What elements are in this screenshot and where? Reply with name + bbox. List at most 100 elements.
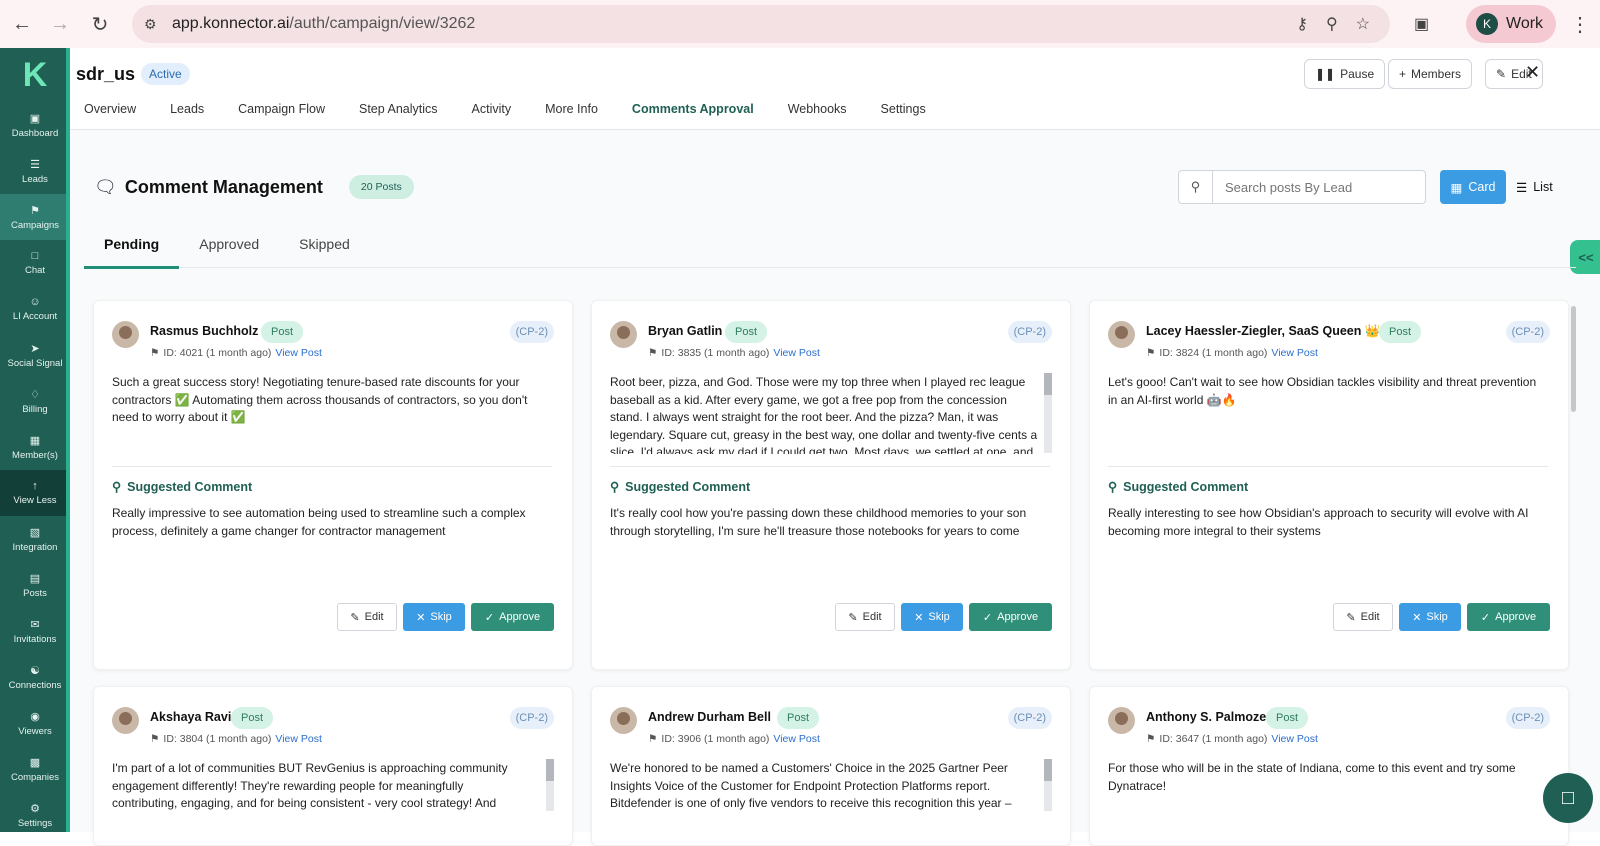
reload-icon[interactable]: ↻ — [82, 6, 118, 42]
sidebar-item-connections[interactable]: ☯ Connections — [0, 654, 70, 700]
campaign-tag: (CP-2) — [1007, 707, 1052, 729]
lead-name[interactable]: Bryan Gatlin — [648, 324, 722, 338]
edit-button[interactable]: ✎ Edit — [337, 603, 397, 631]
post-card: Lacey Haessler-Ziegler, SaaS Queen 👑 Pos… — [1089, 300, 1569, 670]
campaign-header: sdr_us Active ❚❚ Pause + Members ✎ Edit ✕ O… — [70, 48, 1600, 132]
view-post-link[interactable]: View Post — [773, 733, 820, 745]
sidebar-item-campaigns[interactable]: ⚑ Campaigns — [0, 194, 70, 240]
list-view-label: List — [1533, 180, 1553, 194]
lead-name[interactable]: Rasmus Buchholz — [150, 324, 258, 338]
arrow-up-icon: ↑ — [32, 480, 38, 492]
sidebar-item-dashboard[interactable]: ▣ Dashboard — [0, 102, 70, 148]
post-card: Rasmus Buchholz Post (CP-2) ⚑ ID: 4021 (1… — [93, 300, 573, 670]
url-path: /auth/campaign/view/3262 — [289, 15, 476, 32]
tab-overview[interactable]: Overview — [70, 102, 156, 130]
forward-icon[interactable]: → — [42, 6, 78, 42]
sidebar-item-label: Member(s) — [12, 449, 58, 461]
search-input[interactable] — [1213, 179, 1413, 195]
sidebar-item-posts[interactable]: ▤ Posts — [0, 562, 70, 608]
campaign-tag: (CP-2) — [1505, 321, 1550, 343]
avatar — [1108, 321, 1135, 348]
tab-campaign-flow[interactable]: Campaign Flow — [224, 102, 345, 130]
zoom-icon[interactable]: ⚲ — [1326, 14, 1338, 34]
post-scrollbar[interactable] — [1044, 373, 1052, 453]
tab-activity[interactable]: Activity — [458, 102, 532, 130]
profile-button[interactable]: K Work — [1466, 5, 1556, 43]
sidebar-item-members[interactable]: ▦ Member(s) — [0, 424, 70, 470]
close-icon[interactable]: ✕ — [1525, 62, 1540, 83]
menu-icon[interactable]: ⋮ — [1570, 12, 1590, 37]
view-post-link[interactable]: View Post — [1271, 733, 1318, 745]
sidebar-item-social-signal[interactable]: ➤ Social Signal — [0, 332, 70, 378]
viewers-icon: ◉ — [30, 710, 40, 723]
sidebar-item-billing[interactable]: ♢ Billing — [0, 378, 70, 424]
post-scrollbar[interactable] — [1044, 759, 1052, 811]
edit-button[interactable]: ✎ Edit — [835, 603, 895, 631]
tab-skipped[interactable]: Skipped — [279, 226, 370, 268]
pause-button[interactable]: ❚❚ Pause — [1304, 59, 1386, 89]
key-icon[interactable]: ⚷ — [1296, 14, 1308, 34]
sidebar-item-viewers[interactable]: ◉ Viewers — [0, 700, 70, 746]
chat-widget-button[interactable]: □ — [1543, 773, 1593, 823]
post-text: For those who will be in the state of In… — [1108, 761, 1516, 793]
tab-approved[interactable]: Approved — [179, 226, 279, 268]
lead-name[interactable]: Andrew Durham Bell — [648, 710, 771, 724]
suggested-comment-text: Really impressive to see automation bein… — [112, 506, 526, 538]
back-icon[interactable]: ← — [4, 6, 40, 42]
members-icon: ▦ — [29, 434, 41, 447]
site-settings-icon[interactable]: ⚙ — [144, 16, 157, 33]
post-scrollbar[interactable] — [546, 759, 554, 811]
sidebar: K ▣ Dashboard ☰ Leads ⚑ Campaigns □ Chat ☺ LI… — [0, 48, 70, 832]
sidebar-item-chat[interactable]: □ Chat — [0, 240, 70, 286]
profile-avatar: K — [1476, 13, 1498, 35]
sidebar-item-invitations[interactable]: ✉ Invitations — [0, 608, 70, 654]
close-icon: ✕ — [914, 611, 924, 624]
screenshot-icon[interactable]: ▣ — [1414, 14, 1429, 34]
sidebar-item-view-less[interactable]: ↑ View Less — [0, 470, 70, 516]
approve-button[interactable]: ✓ Approve — [471, 603, 554, 631]
page-scrollbar[interactable] — [1571, 306, 1576, 412]
sidebar-item-label: Dashboard — [11, 127, 59, 139]
close-icon: ✕ — [416, 611, 426, 624]
list-view-button[interactable]: ☰ List — [1516, 170, 1553, 204]
view-post-link[interactable]: View Post — [773, 347, 820, 359]
view-post-link[interactable]: View Post — [1271, 347, 1318, 359]
edit-button[interactable]: ✎ Edit — [1333, 603, 1393, 631]
card-view-button[interactable]: ▦ Card — [1440, 170, 1506, 204]
sidebar-item-li-account[interactable]: ☺ LI Account — [0, 286, 70, 332]
bookmark-icon: ⚑ — [150, 733, 160, 745]
lead-name[interactable]: Anthony S. Palmoze — [1146, 710, 1266, 724]
skip-button[interactable]: ✕ Skip — [403, 603, 465, 631]
skip-button[interactable]: ✕ Skip — [901, 603, 963, 631]
skip-button[interactable]: ✕ Skip — [1399, 603, 1461, 631]
tab-comments-approval[interactable]: Comments Approval — [617, 102, 774, 132]
star-icon[interactable]: ☆ — [1356, 14, 1370, 34]
post-meta: ⚑ ID: 3835 (1 month ago) View Post — [648, 347, 820, 359]
address-bar[interactable]: ⚙ app.konnector.ai/auth/campaign/view/32… — [132, 5, 1390, 43]
tab-step-analytics[interactable]: Step Analytics — [345, 102, 458, 130]
approve-button[interactable]: ✓ Approve — [969, 603, 1052, 631]
view-post-link[interactable]: View Post — [275, 733, 322, 745]
tab-more-info[interactable]: More Info — [531, 102, 618, 130]
members-button[interactable]: + Members — [1388, 59, 1473, 89]
tab-settings[interactable]: Settings — [867, 102, 946, 130]
view-post-link[interactable]: View Post — [275, 347, 322, 359]
comment-icon: 🗨 — [94, 176, 117, 197]
search-icon[interactable]: ⚲ — [1179, 171, 1213, 203]
suggested-comment-text: Really interesting to see how Obsidian's… — [1108, 506, 1529, 538]
sidebar-item-leads[interactable]: ☰ Leads — [0, 148, 70, 194]
sidebar-item-integration[interactable]: ▧ Integration — [0, 516, 70, 562]
tab-webhooks[interactable]: Webhooks — [774, 102, 867, 130]
app-logo[interactable]: K — [0, 48, 70, 102]
lead-name[interactable]: Akshaya Ravi — [150, 710, 231, 724]
sidebar-item-settings[interactable]: ⚙ Settings — [0, 792, 70, 838]
tab-leads[interactable]: Leads — [156, 102, 224, 130]
divider — [610, 466, 1050, 467]
tab-pending[interactable]: Pending — [84, 226, 180, 269]
post-id: ID: 3824 (1 month ago) — [1159, 347, 1268, 359]
post-id: ID: 3835 (1 month ago) — [661, 347, 770, 359]
sidebar-item-companies[interactable]: ▩ Companies — [0, 746, 70, 792]
approve-button[interactable]: ✓ Approve — [1467, 603, 1550, 631]
lead-name[interactable]: Lacey Haessler-Ziegler, SaaS Queen 👑 — [1146, 324, 1380, 339]
bookmark-icon: ⚑ — [648, 733, 658, 745]
